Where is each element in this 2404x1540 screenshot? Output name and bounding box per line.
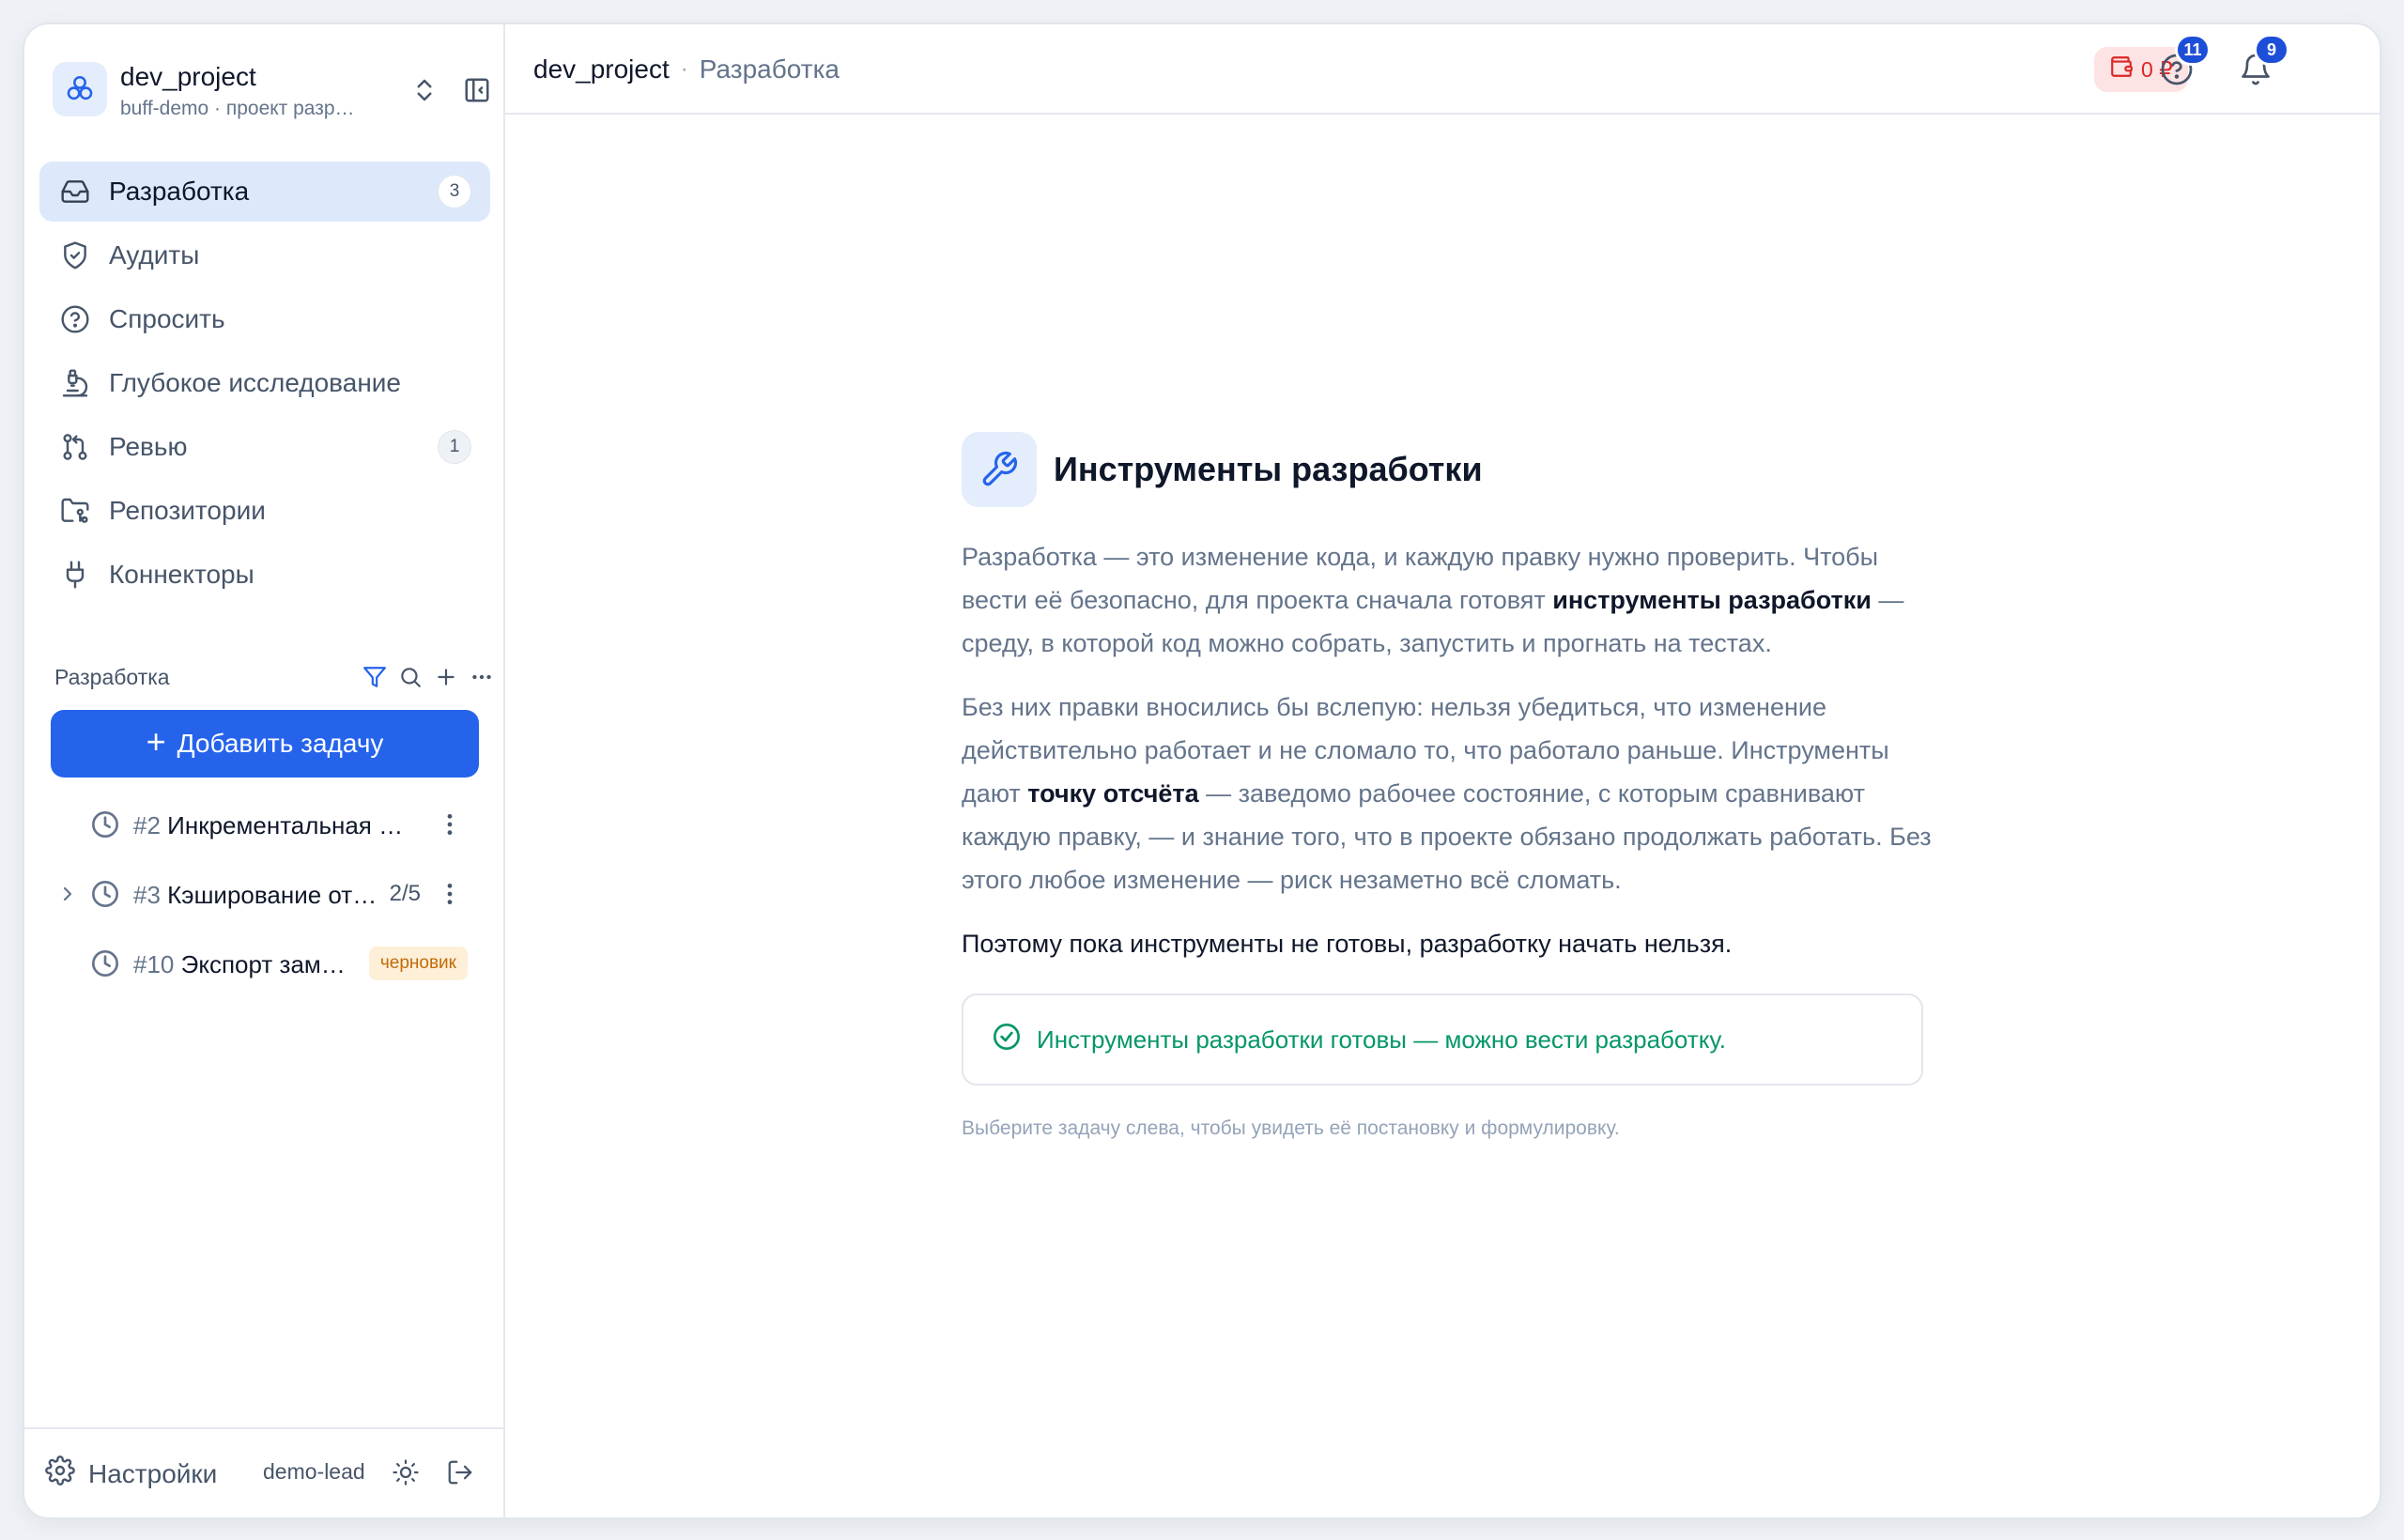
chevron-right-icon[interactable] — [56, 883, 79, 905]
clock-icon — [90, 948, 120, 978]
tools-ready-status: Инструменты разработки готовы — можно ве… — [962, 993, 1923, 1086]
topbar: dev_project · Разработка 0 ₽ 11 9 — [505, 24, 2380, 115]
help-count-badge: 11 — [2175, 34, 2211, 66]
sun-icon[interactable] — [389, 1455, 423, 1489]
folder-git-icon — [58, 494, 92, 528]
intro-emphasis: инструменты разработки — [1552, 586, 1872, 614]
settings-button[interactable]: Настройки — [45, 1455, 217, 1492]
select-task-hint: Выберите задачу слева, чтобы увидеть её … — [962, 1117, 1620, 1139]
sidebar-item-development[interactable]: Разработка 3 — [39, 162, 490, 222]
task-title: Экспорт зам… — [180, 950, 346, 978]
empty-state-header: Инструменты разработки — [962, 432, 1942, 507]
help-circle-icon — [58, 302, 92, 336]
sidebar-item-label: Коннекторы — [109, 560, 254, 589]
page-title: Инструменты разработки — [1054, 450, 1483, 488]
sidebar-item-label: Ревью — [109, 432, 188, 461]
project-switcher[interactable]: dev_project buff-demo · проект разр… — [53, 58, 489, 126]
task-title: Кэширование отв… — [167, 881, 381, 909]
add-task-button[interactable]: + Добавить задачу — [51, 710, 479, 778]
count-badge: 1 — [438, 430, 471, 464]
check-circle-icon — [992, 1022, 1022, 1058]
wallet-icon — [2109, 54, 2134, 85]
sidebar-item-audits[interactable]: Аудиты — [39, 225, 490, 285]
task-text: #10 Экспорт зам… — [133, 950, 346, 979]
sidebar-item-review[interactable]: Ревью 1 — [39, 417, 490, 477]
subtask-progress: 2/5 — [389, 881, 421, 906]
notifications-button[interactable]: 9 — [2235, 34, 2289, 92]
count-badge: 3 — [438, 175, 471, 208]
tasks-section-header: Разработка — [54, 659, 496, 697]
breadcrumb-project[interactable]: dev_project — [533, 54, 670, 85]
task-text: #2 Инкрементальная и… — [133, 811, 413, 840]
username: demo-lead — [263, 1459, 365, 1484]
intro-paragraph: Разработка — это изменение кода, и кажду… — [962, 535, 1942, 665]
filter-icon[interactable] — [361, 663, 389, 691]
chevrons-up-down-icon[interactable] — [409, 73, 439, 107]
main-panel: dev_project · Разработка 0 ₽ 11 9 Инстру… — [505, 24, 2380, 1517]
task-title: Инкрементальная и… — [167, 811, 413, 839]
reason-paragraph: Без них правки вносились бы вслепую: нел… — [962, 685, 1942, 901]
reason-emphasis: точку отсчёта — [1027, 779, 1199, 808]
sidebar-item-label: Глубокое исследование — [109, 368, 401, 397]
sidebar-item-label: Спросить — [109, 304, 225, 333]
task-item[interactable]: #10 Экспорт зам… черновик — [51, 930, 483, 999]
sidebar-item-ask[interactable]: Спросить — [39, 289, 490, 349]
microscope-icon — [58, 366, 92, 400]
task-number: #10 — [133, 950, 175, 978]
plus-icon[interactable] — [432, 663, 460, 691]
wrench-icon — [962, 432, 1037, 507]
project-name: dev_project — [120, 62, 256, 91]
task-number: #2 — [133, 811, 161, 839]
more-horizontal-icon[interactable] — [468, 663, 496, 691]
settings-label: Настройки — [88, 1458, 218, 1488]
plug-icon — [58, 558, 92, 592]
task-item[interactable]: #3 Кэширование отв… 2/5 — [51, 860, 483, 930]
tasks-section-title: Разработка — [54, 665, 170, 689]
sidebar-item-label: Аудиты — [109, 240, 200, 270]
notifications-count-badge: 9 — [2254, 34, 2289, 66]
inbox-icon — [58, 175, 92, 208]
tools-ready-text: Инструменты разработки готовы — можно ве… — [1037, 1024, 1727, 1054]
add-task-label: Добавить задачу — [177, 729, 384, 758]
project-subtitle: buff-demo · проект разр… — [120, 98, 355, 119]
sidebar-footer: Настройки demo-lead — [24, 1427, 503, 1517]
breadcrumb: dev_project · Разработка — [533, 54, 840, 85]
sidebar-item-connectors[interactable]: Коннекторы — [39, 545, 490, 605]
sidebar-item-repositories[interactable]: Репозитории — [39, 481, 490, 541]
sidebar-item-deep-research[interactable]: Глубокое исследование — [39, 353, 490, 413]
help-button[interactable]: 11 — [2156, 34, 2211, 92]
breadcrumb-separator: · — [680, 56, 688, 82]
app-window: dev_project buff-demo · проект разр… Раз… — [23, 23, 2381, 1519]
sidebar-nav: Разработка 3 Аудиты Спросить Глубокое ис… — [39, 162, 490, 608]
conclusion-paragraph: Поэтому пока инструменты не готовы, разр… — [962, 930, 1733, 958]
shield-icon — [58, 239, 92, 272]
search-icon[interactable] — [396, 663, 424, 691]
clock-icon — [90, 809, 120, 839]
more-vertical-icon[interactable] — [436, 879, 464, 909]
draft-status-badge: черновик — [368, 947, 468, 980]
project-logo-icon — [53, 62, 107, 116]
task-list: #2 Инкрементальная и… #3 Кэширование отв… — [51, 791, 483, 999]
empty-state: Инструменты разработки Разработка — это … — [962, 432, 1942, 1140]
more-vertical-icon[interactable] — [436, 809, 464, 839]
plus-icon: + — [146, 722, 166, 761]
clock-icon — [90, 879, 120, 909]
sidebar-item-label: Репозитории — [109, 496, 266, 525]
logout-icon[interactable] — [443, 1455, 477, 1489]
sidebar-collapse-icon[interactable] — [460, 73, 494, 107]
sidebar-item-label: Разработка — [109, 177, 250, 206]
breadcrumb-page: Разработка — [699, 54, 840, 84]
task-item[interactable]: #2 Инкрементальная и… — [51, 791, 483, 860]
task-text: #3 Кэширование отв… — [133, 881, 381, 910]
gear-icon — [45, 1455, 75, 1492]
tasks-toolbar — [361, 663, 496, 691]
sidebar: dev_project buff-demo · проект разр… Раз… — [24, 24, 505, 1517]
task-number: #3 — [133, 881, 161, 909]
git-pull-request-icon — [58, 430, 92, 464]
